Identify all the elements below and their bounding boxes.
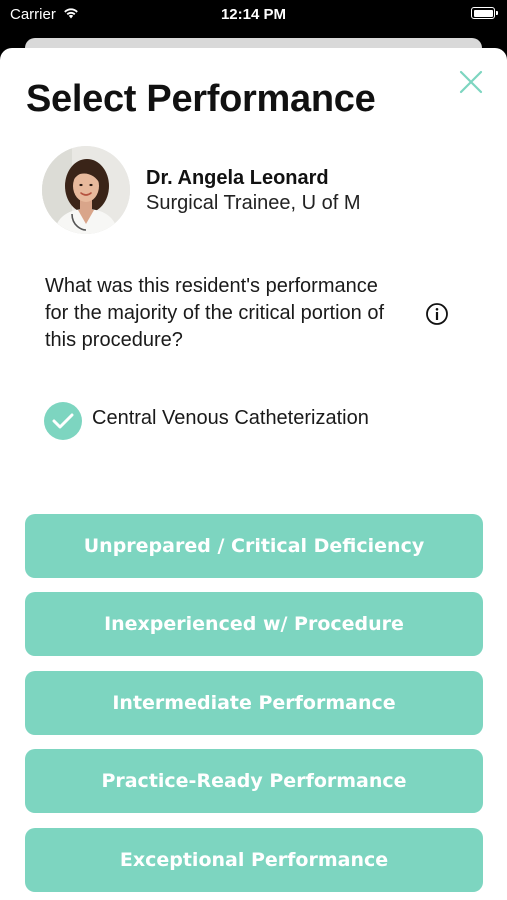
page-title: Select Performance	[26, 78, 376, 120]
procedure-checkbox[interactable]	[44, 402, 82, 440]
question-text: What was this resident's performance for…	[45, 275, 385, 351]
close-icon	[459, 70, 483, 94]
checkmark-icon	[52, 413, 74, 429]
status-time: 12:14 PM	[220, 6, 287, 23]
option-practice-ready-button[interactable]: Practice-Ready Performance	[25, 749, 483, 813]
status-bar: Carrier 12:14 PM	[0, 0, 507, 30]
close-button[interactable]	[457, 68, 485, 96]
battery-icon	[471, 7, 498, 19]
option-intermediate-button[interactable]: Intermediate Performance	[25, 671, 483, 735]
resident-name: Dr. Angela Leonard	[146, 167, 329, 189]
avatar	[42, 146, 130, 234]
resident-role: Surgical Trainee, U of M	[146, 192, 361, 214]
info-icon[interactable]	[425, 302, 449, 326]
option-unprepared-button[interactable]: Unprepared / Critical Deficiency	[25, 514, 483, 578]
option-exceptional-button[interactable]: Exceptional Performance	[25, 828, 483, 892]
procedure-label: Central Venous Catheterization	[92, 407, 369, 429]
option-inexperienced-button[interactable]: Inexperienced w/ Procedure	[25, 592, 483, 656]
